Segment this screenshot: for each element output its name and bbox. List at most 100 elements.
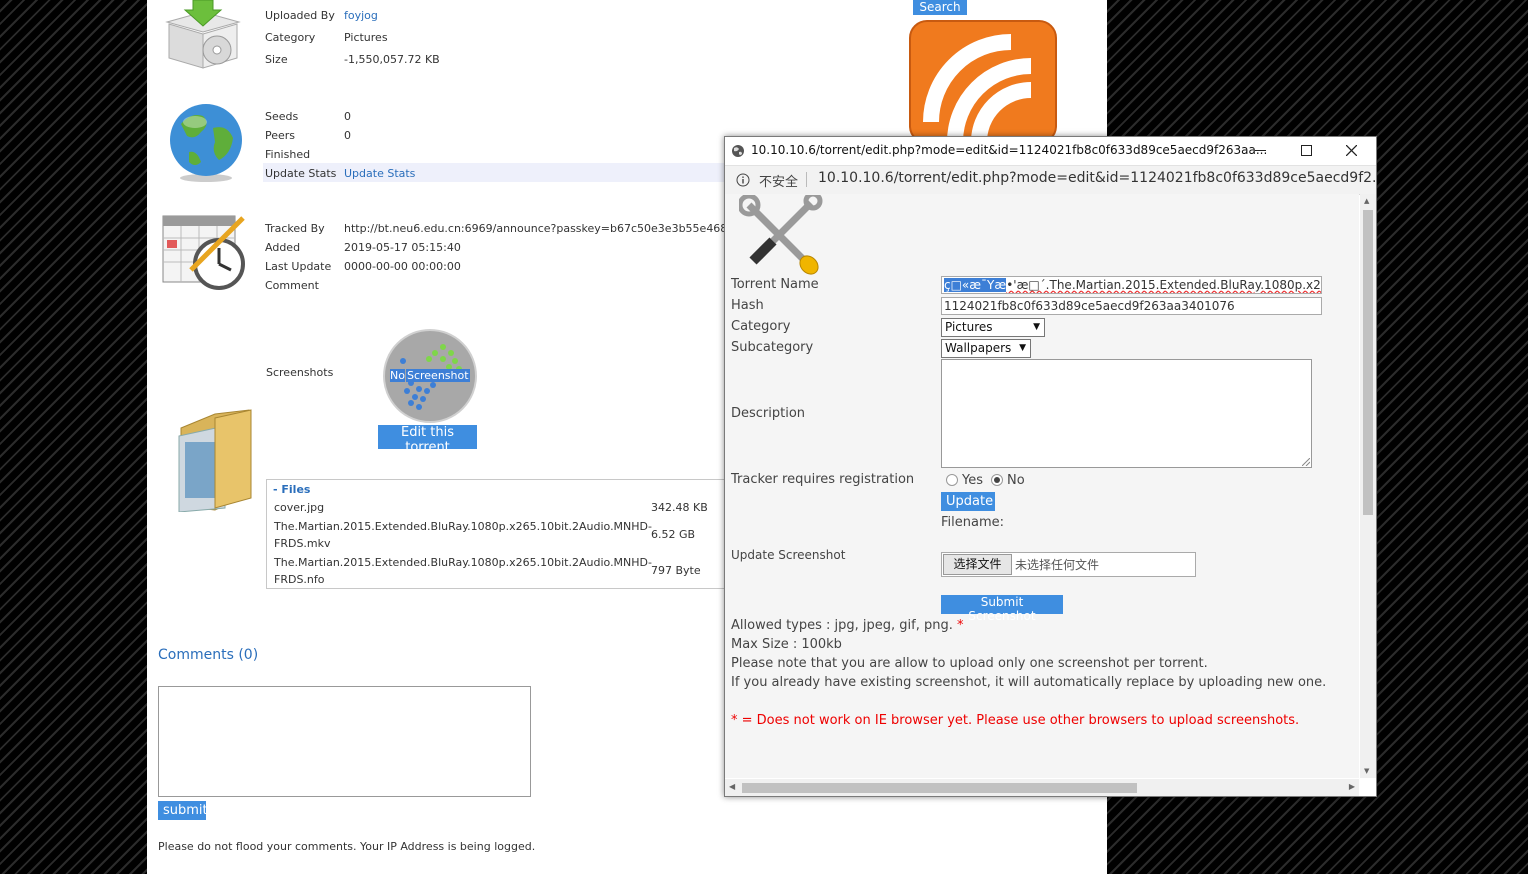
minimize-icon[interactable] — [1255, 150, 1266, 151]
comments-heading: Comments (0) — [158, 647, 259, 663]
chevron-down-icon: ▼ — [1019, 343, 1026, 353]
torrent-name-input[interactable]: ç□«æ¯Yæ•'æ□´.The.Martian.2015.Extended.B… — [941, 276, 1322, 294]
tracker-url: http://bt.neu6.edu.cn:6969/announce?pass… — [344, 222, 724, 235]
flood-notice: Please do not flood your comments. Your … — [158, 840, 536, 853]
scroll-left-icon[interactable]: ◀ — [729, 782, 735, 791]
files-toggle[interactable]: - Files — [273, 483, 310, 496]
subcategory-label: Subcategory — [731, 340, 814, 355]
tracked-by-label: Tracked By — [265, 222, 325, 235]
search-button[interactable]: Search — [913, 0, 967, 15]
update-screenshot-label: Update Screenshot — [731, 548, 846, 562]
seeds-value: 0 — [344, 110, 351, 123]
vertical-scrollbar[interactable]: ▲ ▼ — [1360, 194, 1376, 778]
ie-warning: * = Does not work on IE browser yet. Ple… — [731, 713, 1300, 728]
torrent-name-label: Torrent Name — [731, 277, 819, 292]
update-button[interactable]: Update — [941, 492, 995, 511]
file-input[interactable]: 选择文件 未选择任何文件 — [941, 552, 1196, 577]
peers-label: Peers — [265, 129, 296, 142]
added-label: Added — [265, 241, 301, 254]
one-screenshot-note: Please note that you are allow to upload… — [731, 656, 1208, 671]
scroll-right-icon[interactable]: ▶ — [1349, 782, 1355, 791]
filename-label: Filename: — [941, 515, 1005, 530]
uploaded-by-label: Uploaded By — [265, 9, 335, 22]
subcategory-select[interactable]: Wallpapers ▼ — [941, 339, 1031, 358]
popup-titlebar[interactable]: 10.10.10.6/torrent/edit.php?mode=edit&id… — [725, 137, 1376, 165]
address-bar[interactable]: 不安全 10.10.10.6/torrent/edit.php?mode=edi… — [725, 165, 1376, 195]
chevron-down-icon: ▼ — [1033, 322, 1040, 332]
no-radio[interactable] — [991, 474, 1003, 486]
category-value: Pictures — [344, 31, 388, 44]
yes-label: Yes — [962, 473, 983, 488]
maximize-icon[interactable] — [1301, 145, 1312, 156]
comment-textarea[interactable] — [158, 686, 531, 797]
rss-icon[interactable] — [909, 20, 1057, 144]
size-label: Size — [265, 53, 288, 66]
comment-label: Comment — [265, 279, 319, 292]
choose-file-button[interactable]: 选择文件 — [943, 554, 1012, 575]
file-size: 6.52 GB — [651, 528, 696, 541]
peers-value: 0 — [344, 129, 351, 142]
category-selected-value: Pictures — [945, 320, 993, 334]
download-box-icon — [165, 0, 241, 69]
edit-torrent-popup-window: 10.10.10.6/torrent/edit.php?mode=edit&id… — [724, 136, 1377, 797]
description-label: Description — [731, 406, 806, 421]
file-size: 797 Byte — [651, 564, 701, 577]
scroll-down-icon[interactable]: ▼ — [1364, 767, 1369, 775]
finished-label: Finished — [265, 148, 311, 161]
scroll-thumb[interactable] — [1363, 210, 1373, 515]
description-textarea[interactable] — [941, 359, 1312, 468]
allowed-types-text: Allowed types : jpg, jpeg, gif, png. * — [731, 618, 964, 633]
address-divider — [806, 172, 807, 187]
no-label: No — [1007, 473, 1025, 488]
no-screenshot-caption: No Screenshot — [390, 369, 470, 382]
calendar-clock-icon — [162, 215, 245, 290]
file-name: The.Martian.2015.Extended.BluRay.1080p.x… — [274, 520, 652, 533]
edit-torrent-button[interactable]: Edit this torrent — [378, 425, 477, 455]
category-label: Category — [731, 319, 791, 334]
torrent-name-selection: ç□«æ¯Yæ — [944, 278, 1007, 292]
no-file-text: 未选择任何文件 — [1015, 558, 1100, 572]
screenshots-label: Screenshots — [266, 366, 334, 379]
category-select[interactable]: Pictures ▼ — [941, 318, 1045, 337]
yes-radio[interactable] — [946, 474, 958, 486]
info-icon[interactable] — [736, 173, 750, 187]
file-name: The.Martian.2015.Extended.BluRay.1080p.x… — [274, 556, 652, 569]
popup-content: Torrent Name ç□«æ¯Yæ•'æ□´.The.Martian.20… — [725, 194, 1359, 778]
horizontal-scrollbar[interactable]: ◀ ▶ — [725, 779, 1359, 796]
replace-screenshot-note: If you already have existing screenshot,… — [731, 675, 1327, 690]
globe-icon — [732, 145, 744, 157]
submit-screenshot-button[interactable]: Submit Screenshot — [941, 595, 1063, 623]
insecure-label: 不安全 — [759, 175, 799, 190]
file-name: cover.jpg — [274, 501, 325, 514]
rss-waves-icon — [923, 34, 1032, 142]
files-panel: - Files cover.jpg 342.48 KB The.Martian.… — [266, 479, 738, 589]
screenshot-word: Screenshot — [405, 369, 470, 382]
radio-dot — [994, 477, 1000, 483]
file-name-cont: FRDS.mkv — [274, 537, 331, 550]
hash-input[interactable]: 1124021fb8c0f633d89ce5aecd9f263aa3401076 — [941, 297, 1322, 315]
uploader-link[interactable]: foyjog — [344, 9, 378, 22]
last-update-label: Last Update — [265, 260, 332, 273]
no-word: No — [390, 369, 405, 382]
close-icon[interactable] — [1346, 145, 1357, 156]
category-label: Category — [265, 31, 316, 44]
last-update-value: 0000-00-00 00:00:00 — [344, 260, 461, 273]
file-size: 342.48 KB — [651, 501, 708, 514]
size-value: -1,550,057.72 KB — [344, 53, 440, 66]
added-value: 2019-05-17 05:15:40 — [344, 241, 461, 254]
globe-icon — [170, 104, 242, 182]
update-stats-link[interactable]: Update Stats — [344, 167, 415, 180]
tracker-registration-label: Tracker requires registration — [731, 472, 915, 487]
resize-grip-icon[interactable] — [1302, 458, 1310, 466]
scroll-up-icon[interactable]: ▲ — [1364, 197, 1369, 205]
hash-label: Hash — [731, 298, 764, 313]
no-screenshot-image: No Screenshot — [383, 329, 477, 423]
subcategory-selected-value: Wallpapers — [945, 341, 1012, 355]
popup-title: 10.10.10.6/torrent/edit.php?mode=edit&id… — [751, 143, 1268, 157]
scroll-thumb-horizontal[interactable] — [742, 783, 1137, 793]
url-text[interactable]: 10.10.10.6/torrent/edit.php?mode=edit&id… — [818, 170, 1376, 186]
max-size-text: Max Size : 100kb — [731, 637, 842, 652]
tools-icon — [739, 195, 823, 275]
folder-icon — [178, 409, 252, 512]
submit-comment-button[interactable]: submit — [158, 801, 208, 820]
